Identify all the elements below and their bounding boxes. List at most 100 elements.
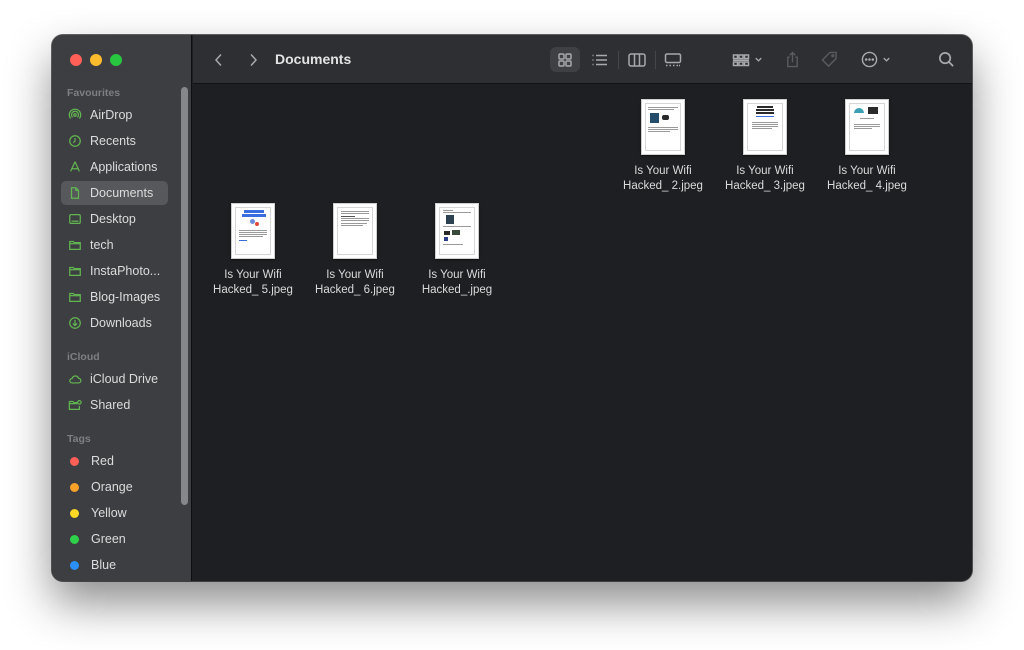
file-name: Is Your Wifi Hacked_ 5.jpeg	[213, 269, 293, 296]
sidebar-item-documents[interactable]: Documents	[61, 181, 168, 205]
sidebar-item-label: Red	[91, 454, 114, 468]
forward-button[interactable]	[241, 49, 265, 71]
folder-icon	[67, 237, 83, 253]
chevron-down-icon	[754, 57, 762, 62]
file-item[interactable]: Is Your Wifi Hacked_.jpeg	[407, 203, 507, 298]
file-item[interactable]: Is Your Wifi Hacked_ 2.jpeg	[613, 99, 713, 194]
sidebar-item-tag-red[interactable]: Red	[61, 449, 168, 473]
file-name: Is Your Wifi Hacked_ 2.jpeg	[623, 165, 703, 192]
toolbar-divider	[618, 51, 619, 69]
tag-dot-icon	[70, 482, 79, 492]
sidebar-item-label: Blog-Images	[90, 290, 161, 304]
sidebar-item-label: Orange	[91, 480, 133, 494]
sidebar-item-label: AirDrop	[90, 108, 133, 122]
gallery-icon	[664, 52, 682, 66]
file-thumbnail	[231, 203, 275, 259]
clock-icon	[67, 133, 83, 149]
chevron-down-icon	[883, 57, 890, 62]
file-name: Is Your Wifi Hacked_ 6.jpeg	[315, 269, 395, 296]
sidebar-item-downloads[interactable]: Downloads	[61, 311, 168, 335]
file-thumbnail	[743, 99, 787, 155]
window-controls	[70, 54, 122, 66]
file-item[interactable]: Is Your Wifi Hacked_ 4.jpeg	[817, 99, 917, 194]
file-item[interactable]: Is Your Wifi Hacked_ 3.jpeg	[715, 99, 815, 194]
columns-icon	[628, 52, 646, 67]
sidebar-item-tech[interactable]: tech	[61, 233, 168, 257]
file-thumbnail	[845, 99, 889, 155]
more-actions-button[interactable]	[856, 47, 896, 72]
shared-folder-icon	[67, 397, 83, 413]
file-name: Is Your Wifi Hacked_ 3.jpeg	[725, 165, 805, 192]
airdrop-icon	[67, 107, 83, 123]
sidebar-item-label: Documents	[90, 186, 154, 200]
folder-icon	[67, 263, 83, 279]
applications-icon	[67, 159, 83, 175]
folder-icon	[67, 289, 83, 305]
window-title: Documents	[275, 51, 352, 67]
group-icon	[732, 53, 749, 66]
list-icon	[592, 54, 607, 65]
file-item[interactable]: Is Your Wifi Hacked_ 6.jpeg	[305, 203, 405, 298]
sidebar-item-label: Desktop	[90, 212, 136, 226]
sidebar-item-tag-blue[interactable]: Blue	[61, 553, 168, 577]
sidebar-item-label: InstaPhoto...	[90, 264, 161, 278]
list-view-button[interactable]	[585, 47, 615, 72]
tag-dot-icon	[70, 534, 79, 544]
file-thumbnail	[333, 203, 377, 259]
ellipsis-circle-icon	[861, 51, 878, 68]
desktop-icon	[67, 211, 83, 227]
sidebar-item-airdrop[interactable]: AirDrop	[61, 103, 168, 127]
cloud-icon	[67, 371, 83, 387]
sidebar-item-shared[interactable]: Shared	[61, 393, 168, 417]
sidebar-item-label: iCloud Drive	[90, 372, 159, 386]
minimize-button[interactable]	[90, 54, 102, 66]
sidebar-item-label: Shared	[90, 398, 131, 412]
sidebar-item-applications[interactable]: Applications	[61, 155, 168, 179]
back-button[interactable]	[207, 49, 231, 71]
file-item[interactable]: Is Your Wifi Hacked_ 5.jpeg	[203, 203, 303, 298]
sidebar-item-tag-orange[interactable]: Orange	[61, 475, 168, 499]
search-button[interactable]	[931, 47, 961, 72]
download-icon	[67, 315, 83, 331]
tags-button[interactable]	[815, 47, 843, 72]
sidebar-item-desktop[interactable]: Desktop	[61, 207, 168, 231]
tag-dot-icon	[70, 456, 79, 466]
file-thumbnail	[435, 203, 479, 259]
file-name: Is Your Wifi Hacked_ 4.jpeg	[827, 165, 907, 192]
share-button[interactable]	[779, 47, 805, 72]
zoom-button[interactable]	[110, 54, 122, 66]
sidebar-item-label: Recents	[90, 134, 136, 148]
document-icon	[67, 185, 83, 201]
sidebar-item-tag-yellow[interactable]: Yellow	[61, 501, 168, 525]
file-name: Is Your Wifi Hacked_.jpeg	[421, 269, 493, 296]
tag-dot-icon	[70, 508, 79, 518]
search-icon	[938, 52, 954, 67]
tag-icon	[820, 51, 837, 68]
close-button[interactable]	[70, 54, 82, 66]
column-view-button[interactable]	[622, 47, 652, 72]
toolbar: Documents	[193, 35, 972, 84]
sidebar-item-tag-green[interactable]: Green	[61, 527, 168, 551]
share-icon	[786, 51, 798, 68]
file-thumbnail	[641, 99, 685, 155]
sidebar-item-label: Downloads	[90, 316, 152, 330]
sidebar-item-blog-images[interactable]: Blog-Images	[61, 285, 168, 309]
grid-icon	[558, 52, 572, 67]
sidebar-item-label: tech	[90, 238, 114, 252]
sidebar: Favourites AirDrop Recents Applications …	[52, 35, 192, 581]
sidebar-item-label: Yellow	[91, 506, 127, 520]
chevron-left-icon	[214, 53, 222, 67]
gallery-view-button[interactable]	[658, 47, 688, 72]
sidebar-scrollbar[interactable]	[181, 87, 188, 505]
chevron-right-icon	[250, 53, 258, 67]
icon-view-button[interactable]	[550, 47, 580, 72]
sidebar-item-icloud-drive[interactable]: iCloud Drive	[61, 367, 168, 391]
file-browser: Is Your Wifi Hacked_ 2.jpeg Is Your Wifi H…	[193, 85, 972, 581]
group-by-button[interactable]	[727, 47, 767, 72]
tag-dot-icon	[70, 560, 79, 570]
finder-window: Favourites AirDrop Recents Applications …	[52, 35, 972, 581]
sidebar-item-instaphoto[interactable]: InstaPhoto...	[61, 259, 168, 283]
sidebar-item-recents[interactable]: Recents	[61, 129, 168, 153]
sidebar-item-label: Blue	[91, 558, 117, 572]
sidebar-item-label: Green	[91, 532, 126, 546]
